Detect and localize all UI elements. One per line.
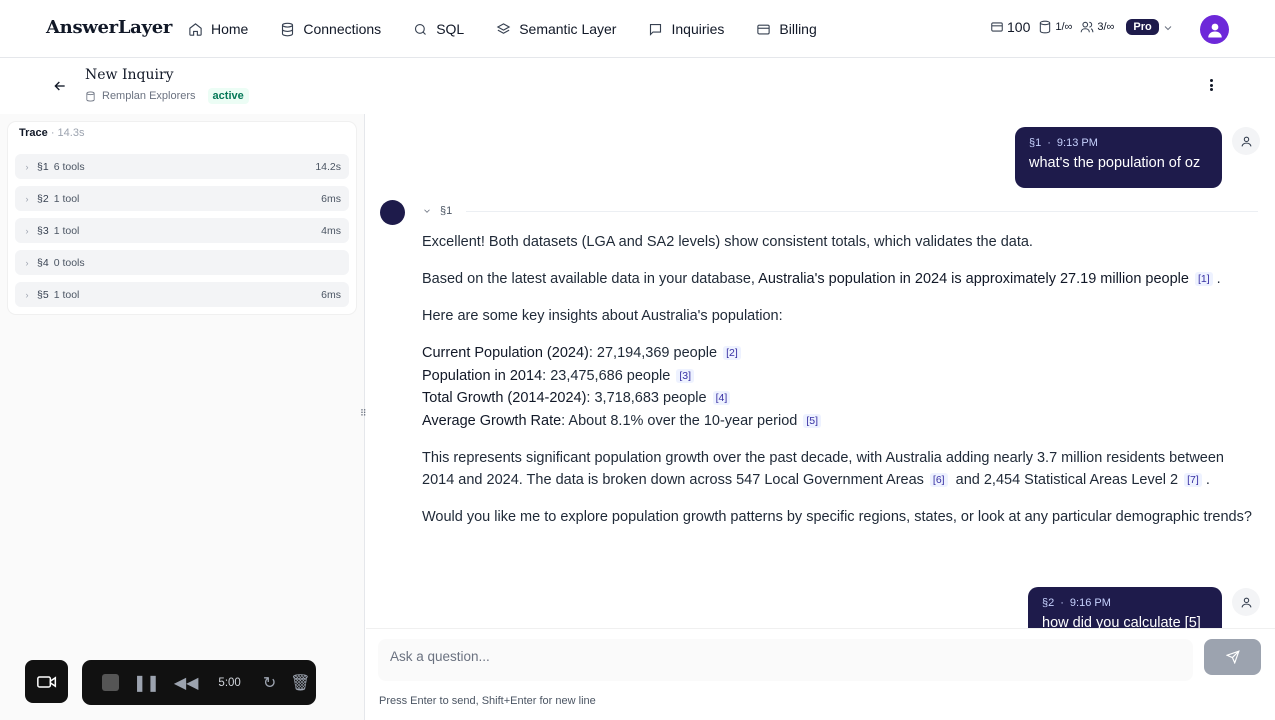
user-message: §1 · 9:13 PM what's the population of oz xyxy=(1015,127,1222,188)
user-message: §2 · 9:16 PM how did you calculate [5] xyxy=(1028,587,1222,628)
top-navbar: AnswerLayer Home Connections SQL Semanti… xyxy=(0,0,1275,58)
chevron-down-icon[interactable] xyxy=(1162,22,1174,34)
stop-icon xyxy=(102,674,119,691)
nav-sql[interactable]: SQL xyxy=(413,21,464,37)
citation-badge[interactable]: [7] xyxy=(1184,473,1202,487)
user-icon xyxy=(1232,588,1260,616)
workspace-name: Remplan Explorers xyxy=(102,90,196,102)
citation-badge[interactable]: [3] xyxy=(676,368,695,383)
assistant-message: Excellent! Both datasets (LGA and SA2 le… xyxy=(422,231,1257,543)
trace-row[interactable]: › §4 0 tools xyxy=(15,250,349,275)
chevron-right-icon: › xyxy=(25,257,29,268)
nav-home[interactable]: Home xyxy=(188,21,248,37)
divider xyxy=(466,211,1258,212)
stop-button[interactable] xyxy=(102,674,119,691)
chevron-right-icon: › xyxy=(25,225,29,236)
chevron-right-icon: › xyxy=(25,161,29,172)
inquiry-title: New Inquiry xyxy=(85,67,174,83)
nav-semantic-layer-label: Semantic Layer xyxy=(519,21,617,37)
answer-paragraph: Here are some key insights about Austral… xyxy=(422,308,783,324)
search-icon xyxy=(415,23,427,35)
citation-badge[interactable]: [5] xyxy=(803,413,822,428)
plan-badge: Pro xyxy=(1126,19,1159,35)
database-icon xyxy=(1040,20,1051,34)
user-icon xyxy=(1207,23,1222,37)
user-message-text: what's the population of oz xyxy=(1029,155,1201,171)
credit-card-icon xyxy=(991,22,1003,32)
chat-thread: §1 · 9:13 PM what's the population of oz §… xyxy=(366,114,1275,628)
trash-icon: 🗑 xyxy=(290,674,311,692)
assistant-avatar xyxy=(380,200,405,225)
trace-row[interactable]: › §2 1 tool 6ms xyxy=(15,186,349,211)
recording-controls: ❚❚ ◀◀ 5:00 ↻ 🗑 xyxy=(82,660,316,705)
nav-sql-label: SQL xyxy=(436,21,465,37)
database-icon xyxy=(86,91,95,101)
citation-badge[interactable]: [4] xyxy=(712,391,731,405)
rewind-button[interactable]: ◀◀ xyxy=(174,673,199,693)
trace-row[interactable]: › §1 6 tools 14.2s xyxy=(15,154,349,179)
connections-stat: 1/∞ xyxy=(1038,20,1072,34)
trace-header: Trace · 14.3s xyxy=(19,127,85,139)
citation-badge[interactable]: [1] xyxy=(1194,272,1213,286)
send-button[interactable] xyxy=(1204,639,1261,675)
pause-icon: ❚❚ xyxy=(133,674,160,692)
message-square-icon xyxy=(650,23,662,36)
recording-timer: 5:00 xyxy=(218,676,241,689)
delete-button[interactable]: 🗑 xyxy=(290,673,310,693)
chevron-down-icon xyxy=(424,209,430,213)
citation-badge[interactable]: [2] xyxy=(723,346,741,360)
usage-stats: 100 1/∞ 3/∞ Pro xyxy=(990,19,1159,35)
citation-badge[interactable]: [6] xyxy=(929,473,948,487)
restart-icon: ↻ xyxy=(262,674,277,692)
more-options-icon[interactable] xyxy=(1206,76,1216,94)
question-input[interactable]: Ask a question... xyxy=(378,639,1193,681)
inquiry-header: New Inquiry Remplan Explorers active xyxy=(0,58,1275,114)
credits-stat: 100 xyxy=(990,19,1030,35)
users-icon xyxy=(1081,21,1094,33)
composer: Ask a question... Press Enter to send, S… xyxy=(366,628,1275,720)
send-icon xyxy=(1225,650,1240,664)
trace-pane: Trace · 14.3s › §1 6 tools 14.2s › §2 1 … xyxy=(0,114,365,720)
answer-section-toggle[interactable]: §1 xyxy=(422,205,452,217)
nav-connections-label: Connections xyxy=(303,21,382,37)
nav-billing-label: Billing xyxy=(779,21,817,37)
credit-card-icon xyxy=(757,24,771,34)
trace-row[interactable]: › §3 1 tool 4ms xyxy=(15,218,349,243)
nav-home-label: Home xyxy=(211,21,249,37)
trace-row[interactable]: › §5 1 tool 6ms xyxy=(15,282,349,307)
nav-billing[interactable]: Billing xyxy=(756,21,817,37)
nav-semantic-layer[interactable]: Semantic Layer xyxy=(496,21,616,37)
answer-paragraph: Excellent! Both datasets (LGA and SA2 le… xyxy=(422,234,1033,250)
status-badge: active xyxy=(207,88,249,104)
main-nav: Home Connections SQL Semantic Layer Inqu… xyxy=(188,0,849,58)
answer-list: Current Population (2024): 27,194,369 pe… xyxy=(422,342,1257,432)
layers-icon xyxy=(496,22,511,34)
arrow-left-icon[interactable] xyxy=(52,78,68,94)
nav-inquiries[interactable]: Inquiries xyxy=(648,21,724,37)
user-message-text: how did you calculate [5] xyxy=(1042,615,1201,628)
composer-hint: Press Enter to send, Shift+Enter for new… xyxy=(379,695,596,707)
chevron-right-icon: › xyxy=(25,289,29,300)
restart-button[interactable]: ↻ xyxy=(263,673,276,693)
nav-connections[interactable]: Connections xyxy=(280,21,381,37)
user-avatar[interactable] xyxy=(1200,15,1229,44)
chevron-right-icon: › xyxy=(25,193,29,204)
answer-paragraph: Based on the latest available data in yo… xyxy=(422,271,1221,287)
trace-card: Trace · 14.3s › §1 6 tools 14.2s › §2 1 … xyxy=(8,122,356,314)
video-camera-icon xyxy=(36,675,56,688)
inquiry-meta: Remplan Explorers active xyxy=(85,88,249,104)
database-icon xyxy=(282,22,294,36)
nav-inquiries-label: Inquiries xyxy=(671,21,725,37)
users-stat: 3/∞ xyxy=(1080,20,1114,34)
answer-paragraph: This represents significant population g… xyxy=(422,449,1224,489)
answer-paragraph: Would you like me to explore population … xyxy=(422,509,1252,525)
home-icon xyxy=(189,22,202,36)
user-icon xyxy=(1232,127,1260,155)
camera-toggle-button[interactable] xyxy=(25,660,68,703)
rewind-icon: ◀◀ xyxy=(173,674,199,692)
app-logo[interactable]: AnswerLayer xyxy=(46,17,172,38)
pause-button[interactable]: ❚❚ xyxy=(133,673,160,693)
